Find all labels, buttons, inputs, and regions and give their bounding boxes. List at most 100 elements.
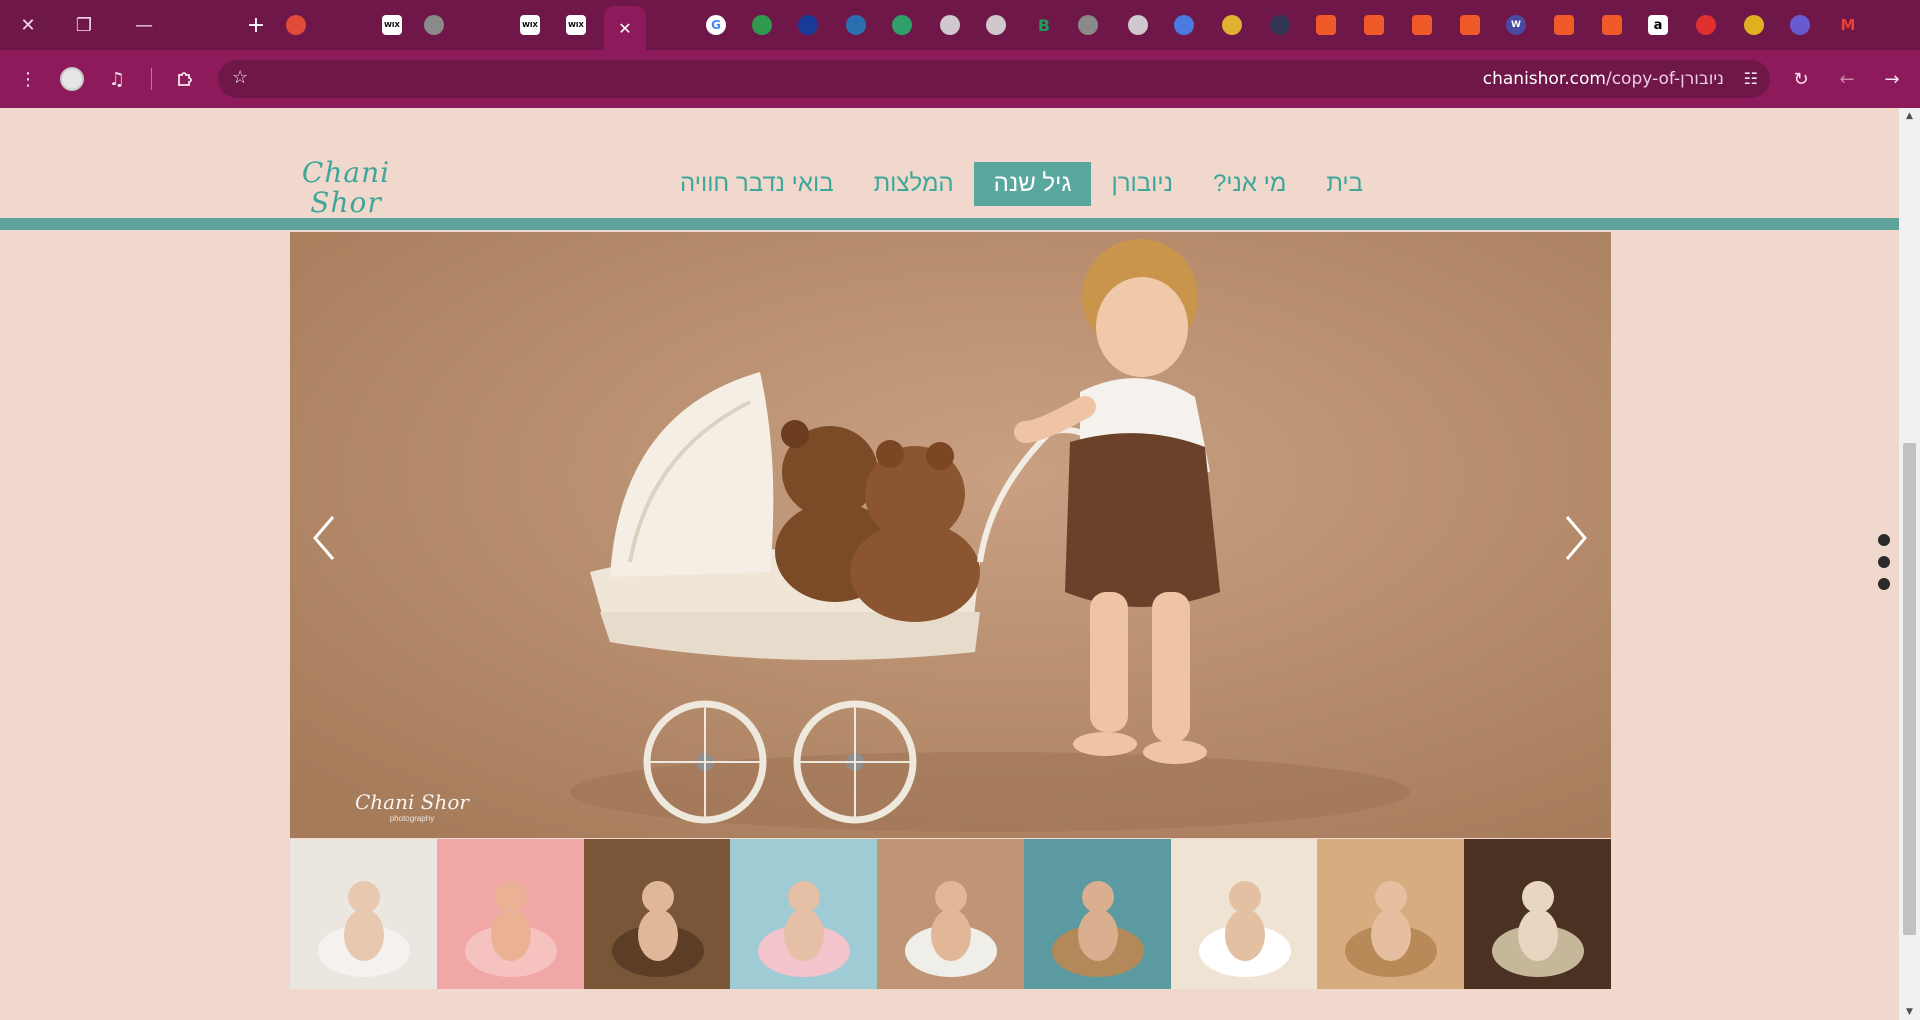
gallery-thumbnail[interactable] xyxy=(583,839,731,989)
site-settings-icon[interactable]: ☷ xyxy=(1744,69,1758,88)
moon-icon xyxy=(1270,15,1290,35)
shield-icon xyxy=(286,15,306,35)
gallery-thumbnail[interactable] xyxy=(730,839,878,989)
browser-tab[interactable] xyxy=(933,9,967,41)
thumbnail-photo xyxy=(1170,839,1318,989)
toolbar-divider xyxy=(151,68,152,90)
gallery-main-image[interactable]: Chani Shor photography xyxy=(290,232,1611,838)
browser-tab[interactable] xyxy=(1167,9,1201,41)
bookmark-star-icon[interactable]: ☆ xyxy=(232,67,248,88)
gmail-icon: M xyxy=(1840,16,1856,34)
watermark-main-text: Chani Shor xyxy=(355,790,469,814)
logo-main-text: Chani Shor xyxy=(301,156,391,219)
browser-tab[interactable]: M xyxy=(1831,9,1865,41)
menu-dot xyxy=(1878,556,1890,568)
browser-tab[interactable]: WIX xyxy=(559,9,593,41)
wix-icon: WIX xyxy=(566,15,586,35)
browser-tab[interactable] xyxy=(791,9,825,41)
browser-tab[interactable] xyxy=(1783,9,1817,41)
gallery-thumbnail[interactable] xyxy=(1464,839,1611,989)
browser-tab[interactable] xyxy=(1309,9,1343,41)
browser-tab[interactable]: W xyxy=(1499,9,1533,41)
media-control-icon[interactable]: ♫ xyxy=(101,63,133,95)
browser-tab[interactable]: B xyxy=(1027,9,1061,41)
scroll-up-arrow-icon[interactable]: ▲ xyxy=(1899,108,1920,124)
tab-strip: ✕ ❐ — + WIX WIX WIX G B Wa M ✕ xyxy=(0,0,1920,50)
browser-tab[interactable] xyxy=(885,9,919,41)
nav-item-newborn[interactable]: ניובורן xyxy=(1091,162,1192,206)
url-text[interactable]: chanishor.com/copy-of-ניובורן xyxy=(1483,69,1724,89)
browser-tab[interactable] xyxy=(839,9,873,41)
game-icon xyxy=(1790,15,1810,35)
gallery-thumbnail[interactable] xyxy=(290,839,437,989)
scrollbar-thumb[interactable] xyxy=(1903,443,1916,935)
browser-tab[interactable] xyxy=(1405,9,1439,41)
loading-icon xyxy=(1128,15,1148,35)
store-icon xyxy=(1364,15,1384,35)
menu-kebab-icon[interactable]: ⋮ xyxy=(12,63,44,95)
address-bar[interactable]: ☆ chanishor.com/copy-of-ניובורן ☷ xyxy=(218,60,1770,98)
close-window-icon[interactable]: ✕ xyxy=(2,0,54,50)
browser-tab[interactable]: a xyxy=(1641,9,1675,41)
thumbnail-photo xyxy=(290,839,437,989)
floating-menu-dots-icon[interactable] xyxy=(1878,534,1894,600)
restore-window-icon[interactable]: ❐ xyxy=(58,0,110,50)
browser-tab[interactable] xyxy=(1595,9,1629,41)
new-tab-icon[interactable]: + xyxy=(236,0,276,50)
browser-tab[interactable] xyxy=(1357,9,1391,41)
amazon-icon: a xyxy=(1648,15,1668,35)
browser-tab[interactable] xyxy=(1121,9,1155,41)
next-slide-arrow-icon[interactable] xyxy=(1556,508,1596,568)
maps-pin-icon xyxy=(752,15,772,35)
browser-tab[interactable] xyxy=(417,9,451,41)
thumbnail-photo xyxy=(877,839,1024,989)
browser-tab[interactable] xyxy=(1453,9,1487,41)
url-domain: chanishor.com xyxy=(1482,69,1606,89)
page-scrollbar[interactable]: ▲ ▼ xyxy=(1899,108,1920,1020)
thumbnail-photo xyxy=(1317,839,1465,989)
back-arrow-icon[interactable]: ← xyxy=(1831,63,1863,95)
b-icon: B xyxy=(1037,15,1051,35)
profile-avatar[interactable] xyxy=(56,63,88,95)
browser-tab[interactable]: G xyxy=(699,9,733,41)
gallery-thumbnail[interactable] xyxy=(1023,839,1171,989)
browser-tab[interactable] xyxy=(745,9,779,41)
scroll-down-arrow-icon[interactable]: ▼ xyxy=(1899,1004,1920,1020)
browser-tab[interactable] xyxy=(279,9,313,41)
globe-icon xyxy=(1078,15,1098,35)
gallery-thumbnail[interactable] xyxy=(1317,839,1465,989)
nav-item-testimonials[interactable]: המלצות xyxy=(854,162,974,206)
nav-item-about[interactable]: מי אני? xyxy=(1193,162,1306,206)
nav-item-one-year[interactable]: גיל שנה xyxy=(973,162,1092,206)
plane-icon xyxy=(1222,15,1242,35)
browser-tab[interactable]: WIX xyxy=(513,9,547,41)
globe-icon xyxy=(424,15,444,35)
active-tab-close-icon[interactable]: ✕ xyxy=(604,6,646,50)
thumbnail-photo xyxy=(730,839,878,989)
browser-tab[interactable] xyxy=(1215,9,1249,41)
browser-tab[interactable] xyxy=(1737,9,1771,41)
browser-tab[interactable] xyxy=(1547,9,1581,41)
minimize-window-icon[interactable]: — xyxy=(118,0,170,50)
nav-item-contact[interactable]: בואי נדבר חוויה xyxy=(660,162,854,206)
thumbnail-photo xyxy=(1023,839,1171,989)
forward-arrow-icon[interactable]: → xyxy=(1876,63,1908,95)
browser-tab[interactable] xyxy=(1689,9,1723,41)
gallery-thumbnail[interactable] xyxy=(877,839,1024,989)
reload-icon[interactable]: ↻ xyxy=(1785,63,1817,95)
store-icon xyxy=(1554,15,1574,35)
prev-slide-arrow-icon[interactable] xyxy=(304,508,344,568)
url-path: /copy-of-ניובורן xyxy=(1605,69,1724,89)
thumbnail-photo xyxy=(436,839,584,989)
browser-tab[interactable]: WIX xyxy=(375,9,409,41)
browser-tab[interactable] xyxy=(979,9,1013,41)
store-icon xyxy=(1460,15,1480,35)
extensions-puzzle-icon[interactable] xyxy=(169,63,201,95)
browser-tab[interactable] xyxy=(1071,9,1105,41)
gallery-thumbnail[interactable] xyxy=(1170,839,1318,989)
browser-tab[interactable] xyxy=(1263,9,1297,41)
store-icon xyxy=(1316,15,1336,35)
nav-item-home[interactable]: בית xyxy=(1306,162,1383,206)
store-icon xyxy=(1412,15,1432,35)
gallery-thumbnail[interactable] xyxy=(436,839,584,989)
